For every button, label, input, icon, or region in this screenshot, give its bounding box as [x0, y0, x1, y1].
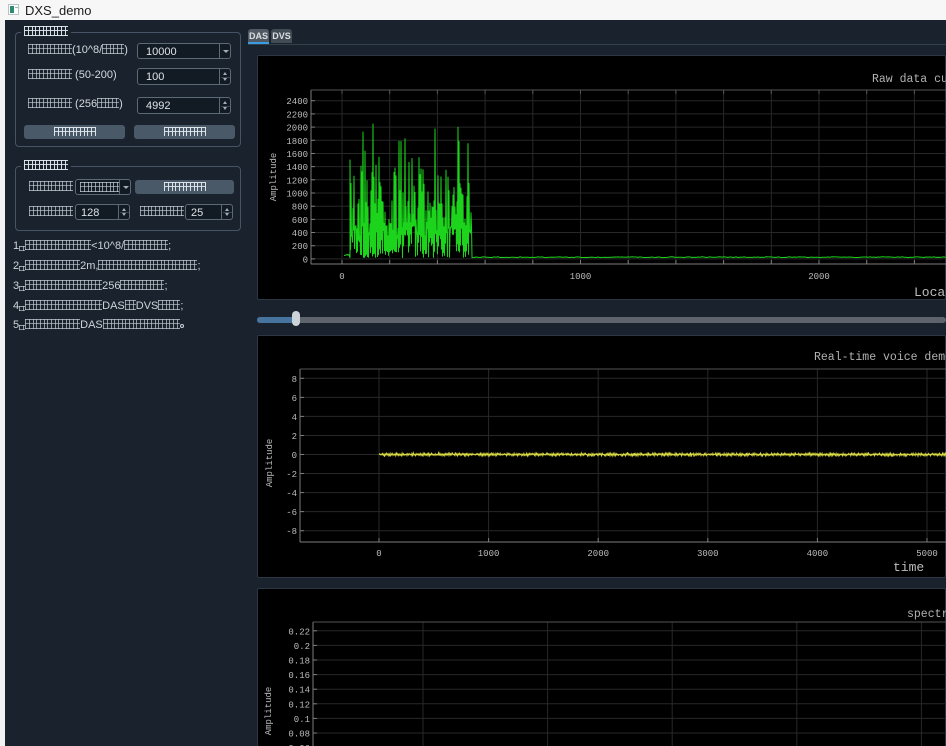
svg-text:1600: 1600: [286, 150, 308, 160]
svg-text:Location: Location: [914, 285, 946, 300]
svg-text:time: time: [893, 560, 924, 575]
svg-text:6: 6: [292, 394, 297, 404]
svg-text:0.2: 0.2: [294, 642, 310, 652]
svg-text:0.1: 0.1: [294, 715, 310, 725]
svg-text:1000: 1000: [478, 549, 500, 559]
svg-text:Amplitude: Amplitude: [269, 153, 279, 202]
svg-text:3000: 3000: [697, 549, 719, 559]
svg-text:0.22: 0.22: [288, 627, 310, 637]
svg-text:0: 0: [292, 451, 297, 461]
svg-text:Amplitude: Amplitude: [264, 687, 274, 736]
svg-text:Raw data curve: Raw data curve: [872, 73, 946, 86]
svg-text:-2: -2: [286, 470, 297, 480]
svg-text:1000: 1000: [570, 272, 592, 282]
svg-text:2200: 2200: [286, 110, 308, 120]
svg-text:400: 400: [292, 229, 308, 239]
svg-text:0: 0: [303, 255, 308, 265]
svg-text:Real-time voice demodulation: Real-time voice demodulation: [814, 351, 946, 364]
svg-text:5000: 5000: [916, 549, 938, 559]
svg-text:1800: 1800: [286, 137, 308, 147]
svg-text:2000: 2000: [286, 124, 308, 134]
svg-text:1000: 1000: [286, 190, 308, 200]
svg-text:0: 0: [376, 549, 381, 559]
svg-text:2: 2: [292, 432, 297, 442]
svg-text:8: 8: [292, 375, 297, 385]
svg-text:4000: 4000: [807, 549, 829, 559]
svg-text:1400: 1400: [286, 163, 308, 173]
svg-text:0.16: 0.16: [288, 671, 310, 681]
svg-text:2400: 2400: [286, 97, 308, 107]
svg-text:0.12: 0.12: [288, 700, 310, 710]
svg-text:200: 200: [292, 242, 308, 252]
svg-text:0.18: 0.18: [288, 657, 310, 667]
svg-text:0.14: 0.14: [288, 686, 310, 696]
svg-text:1200: 1200: [286, 176, 308, 186]
svg-text:-4: -4: [286, 489, 297, 499]
svg-text:-8: -8: [286, 527, 297, 537]
svg-text:600: 600: [292, 216, 308, 226]
svg-text:2000: 2000: [808, 272, 830, 282]
svg-text:4: 4: [292, 413, 297, 423]
svg-text:spectrum: spectrum: [907, 608, 946, 621]
svg-text:0.08: 0.08: [288, 730, 310, 740]
svg-text:2000: 2000: [587, 549, 609, 559]
svg-text:0: 0: [339, 272, 344, 282]
svg-text:Amplitude: Amplitude: [265, 439, 275, 488]
svg-text:-6: -6: [286, 508, 297, 518]
svg-text:800: 800: [292, 203, 308, 213]
